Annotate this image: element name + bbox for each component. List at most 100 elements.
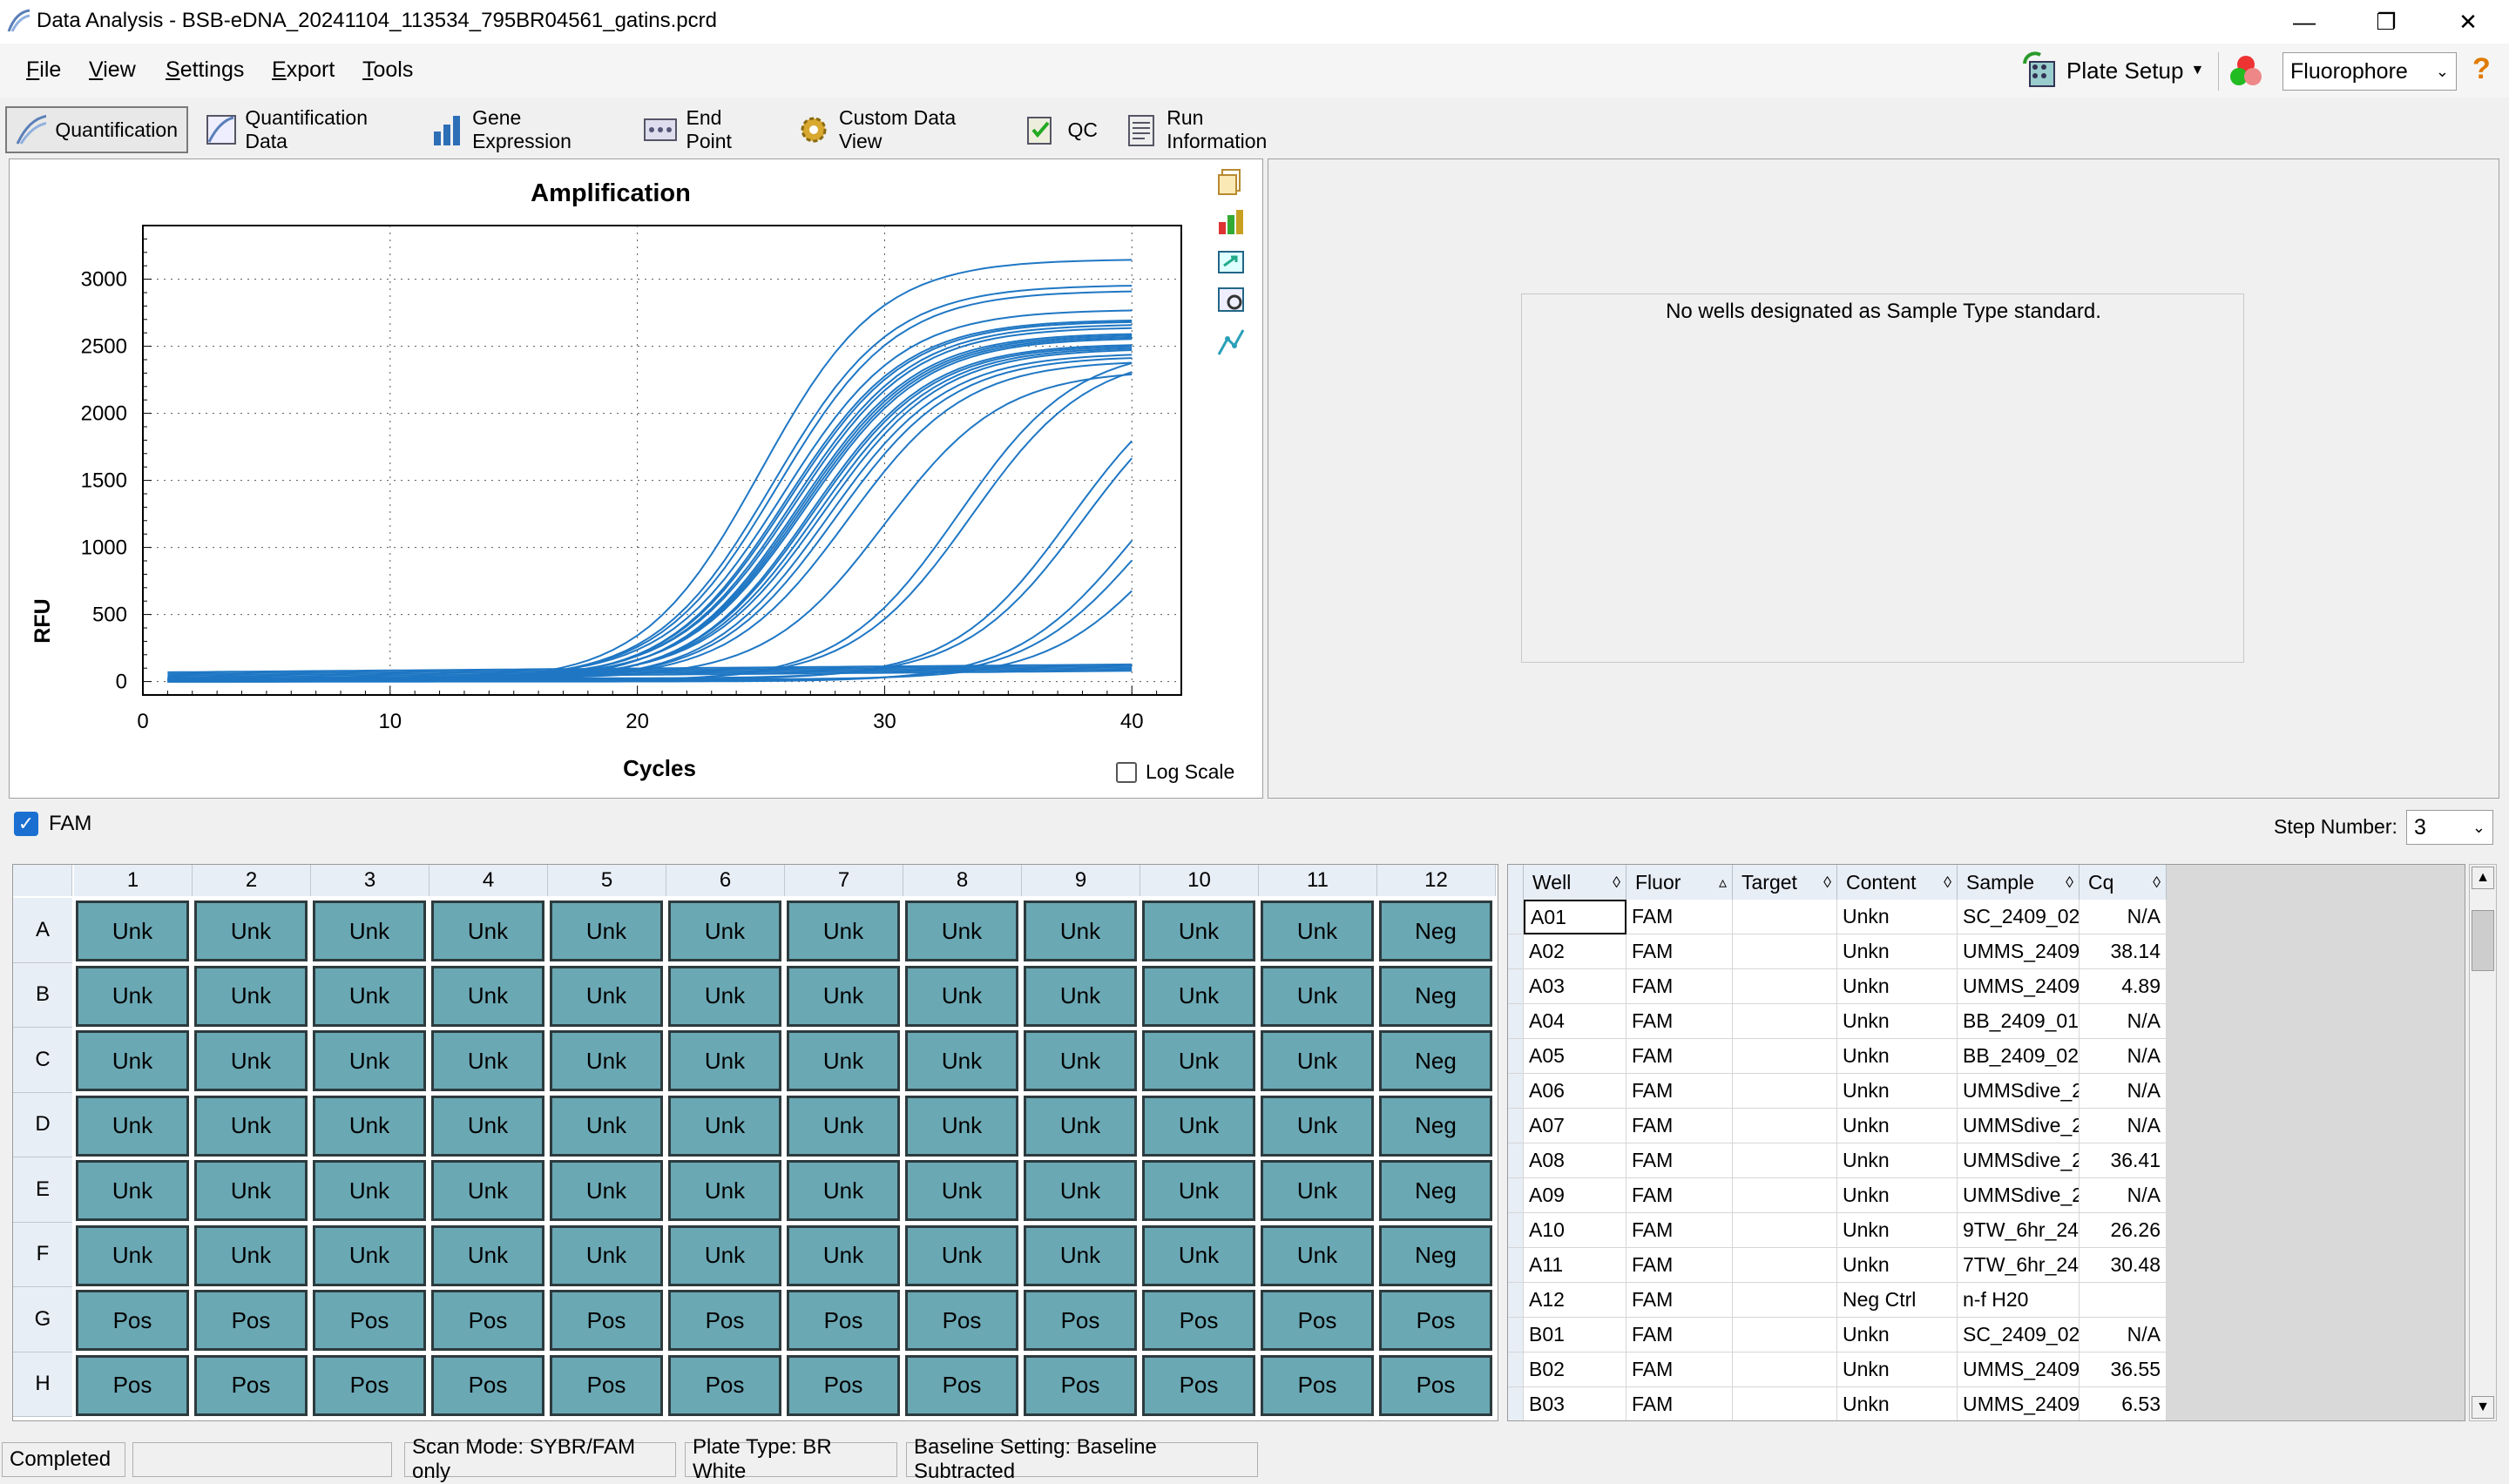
plate-well[interactable]: Pos — [76, 1290, 189, 1351]
table-cell[interactable] — [1733, 1248, 1837, 1283]
plate-well[interactable]: Unk — [1142, 1030, 1255, 1091]
plate-setup-button[interactable]: Plate Setup ▼ — [2021, 51, 2204, 91]
plate-well[interactable]: Pos — [313, 1290, 426, 1351]
plate-row-header[interactable]: D — [13, 1092, 72, 1157]
plate-well[interactable]: Pos — [787, 1290, 900, 1351]
table-cell[interactable]: Unkn — [1837, 1318, 1958, 1352]
maximize-button[interactable]: ❐ — [2347, 0, 2425, 44]
amplification-curve[interactable] — [167, 354, 1133, 683]
results-scrollbar[interactable]: ▲ ▼ — [2469, 864, 2497, 1421]
table-header-fluor[interactable]: Fluor ▵ — [1626, 865, 1733, 900]
table-cell[interactable]: Unkn — [1837, 1352, 1958, 1387]
amplification-curve[interactable] — [167, 371, 1133, 682]
table-cell[interactable]: UMMS_2409_ — [1958, 1352, 2080, 1387]
table-cell[interactable]: A05 — [1524, 1039, 1626, 1074]
plate-well[interactable]: Unk — [431, 1095, 544, 1157]
table-cell[interactable]: N/A — [2080, 900, 2167, 934]
plate-well[interactable]: Unk — [313, 1095, 426, 1157]
plate-well[interactable]: Unk — [1024, 1160, 1137, 1221]
row-selector[interactable] — [1508, 1352, 1524, 1387]
plate-well[interactable]: Unk — [194, 1095, 308, 1157]
table-cell[interactable]: Unkn — [1837, 934, 1958, 969]
plate-well[interactable]: Unk — [1261, 1224, 1374, 1286]
table-corner[interactable] — [1508, 865, 1524, 900]
table-cell[interactable]: UMMS_2409_ — [1958, 969, 2080, 1004]
table-cell[interactable]: N/A — [2080, 1178, 2167, 1213]
table-cell[interactable]: 6.53 — [2080, 1387, 2167, 1420]
table-cell[interactable]: A08 — [1524, 1143, 1626, 1178]
table-cell[interactable]: Unkn — [1837, 1248, 1958, 1283]
table-cell[interactable] — [1733, 969, 1837, 1004]
log-scale-toggle[interactable]: Log Scale — [1116, 760, 1234, 784]
plate-well[interactable]: Neg — [1379, 1030, 1492, 1091]
plate-well[interactable]: Neg — [1379, 1095, 1492, 1157]
plate-well[interactable]: Unk — [905, 1160, 1018, 1221]
plate-well[interactable]: Unk — [194, 1030, 308, 1091]
row-selector[interactable] — [1508, 1318, 1524, 1352]
table-cell[interactable]: FAM — [1626, 1387, 1733, 1420]
table-cell[interactable]: UMMSdive_2 — [1958, 1143, 2080, 1178]
amplification-curve[interactable] — [167, 285, 1133, 682]
table-cell[interactable] — [1733, 1074, 1837, 1109]
plate-well[interactable]: Unk — [1142, 965, 1255, 1027]
sort-icon[interactable]: ◊ — [2066, 874, 2073, 892]
table-cell[interactable] — [1733, 1213, 1837, 1248]
plate-column-header[interactable]: 11 — [1259, 865, 1377, 896]
table-cell[interactable]: A10 — [1524, 1213, 1626, 1248]
row-selector[interactable] — [1508, 1143, 1524, 1178]
plate-well[interactable]: Unk — [550, 901, 663, 961]
table-cell[interactable]: B03 — [1524, 1387, 1626, 1420]
tab-quantification[interactable]: Quantification — [5, 106, 188, 153]
amplification-curve[interactable] — [167, 361, 1133, 683]
plate-column-header[interactable]: 3 — [311, 865, 429, 896]
tab-gene-expression[interactable]: Gene Expression — [422, 106, 627, 153]
table-cell[interactable] — [1733, 1283, 1837, 1318]
sort-icon[interactable]: ▵ — [1719, 874, 1727, 892]
plate-column-header[interactable]: 5 — [548, 865, 666, 896]
plate-column-header[interactable]: 8 — [903, 865, 1022, 896]
table-cell[interactable] — [1733, 1352, 1837, 1387]
plate-well[interactable]: Unk — [194, 1224, 308, 1286]
table-cell[interactable]: UMMSdive_2 — [1958, 1178, 2080, 1213]
table-cell[interactable]: 26.26 — [2080, 1213, 2167, 1248]
copy-icon[interactable] — [1215, 166, 1247, 198]
row-selector[interactable] — [1508, 934, 1524, 969]
plate-well[interactable]: Unk — [1261, 901, 1374, 961]
table-cell[interactable]: BB_2409_01 — [1958, 1004, 2080, 1039]
plate-well[interactable]: Pos — [1379, 1290, 1492, 1351]
table-cell[interactable]: Unkn — [1837, 1039, 1958, 1074]
table-cell[interactable]: Unkn — [1837, 1074, 1958, 1109]
table-cell[interactable] — [1733, 1109, 1837, 1143]
minimize-button[interactable]: — — [2265, 0, 2343, 44]
amplification-curve[interactable] — [167, 338, 1133, 679]
table-cell[interactable]: Unkn — [1837, 1178, 1958, 1213]
sort-icon[interactable]: ◊ — [2153, 874, 2161, 892]
plate-well[interactable]: Unk — [550, 1160, 663, 1221]
plate-well[interactable]: Neg — [1379, 1160, 1492, 1221]
amplification-curve[interactable] — [167, 333, 1133, 683]
table-cell[interactable]: FAM — [1626, 1004, 1733, 1039]
table-cell[interactable]: UMMS_2409_ — [1958, 934, 2080, 969]
trace-style-icon[interactable] — [1215, 327, 1247, 358]
plate-well[interactable]: Unk — [313, 1224, 426, 1286]
plate-well[interactable]: Unk — [1142, 1224, 1255, 1286]
plate-well[interactable]: Unk — [1261, 1030, 1374, 1091]
export-icon[interactable] — [1215, 246, 1247, 278]
plate-well[interactable]: Unk — [905, 901, 1018, 961]
plate-well[interactable]: Pos — [1261, 1354, 1374, 1416]
plate-well[interactable]: Unk — [1261, 965, 1374, 1027]
table-cell[interactable]: FAM — [1626, 1248, 1733, 1283]
plate-well[interactable]: Unk — [550, 1095, 663, 1157]
table-cell[interactable]: Unkn — [1837, 969, 1958, 1004]
table-cell[interactable]: Unkn — [1837, 1109, 1958, 1143]
table-cell[interactable] — [1733, 1004, 1837, 1039]
plate-well[interactable]: Unk — [76, 1095, 189, 1157]
table-cell[interactable]: UMMS_2409_ — [1958, 1387, 2080, 1420]
chevron-down-icon[interactable]: ▼ — [2190, 63, 2204, 78]
amplification-curve[interactable] — [167, 346, 1133, 682]
table-cell[interactable]: 4.89 — [2080, 969, 2167, 1004]
table-cell[interactable]: 9TW_6hr_24 — [1958, 1213, 2080, 1248]
table-cell[interactable]: A02 — [1524, 934, 1626, 969]
row-selector[interactable] — [1508, 900, 1524, 934]
plate-well[interactable]: Pos — [1261, 1290, 1374, 1351]
